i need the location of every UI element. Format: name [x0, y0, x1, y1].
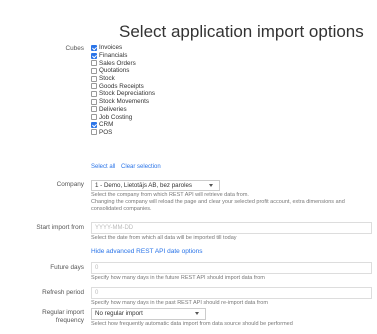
cube-label: Financials: [99, 52, 128, 60]
future-days-help: Specify how many days in the future REST…: [91, 275, 265, 281]
cube-label: Job Costing: [99, 113, 133, 121]
advanced-options-link[interactable]: Hide advanced REST API date options: [91, 248, 203, 255]
checkbox-stock-depreciations[interactable]: [91, 90, 97, 97]
refresh-period-value: 0: [95, 290, 99, 296]
cube-deliveries[interactable]: Deliveries: [91, 106, 155, 114]
cube-goods-receipts[interactable]: Goods Receipts: [91, 82, 155, 90]
refresh-period-input[interactable]: 0: [91, 287, 372, 299]
refresh-period-label: Refresh period: [42, 289, 84, 296]
cube-label: Stock Movements: [99, 98, 150, 106]
cube-label: Invoices: [99, 44, 123, 52]
regular-import-help: Select how frequently automatic data imp…: [91, 321, 293, 327]
cube-label: Quotations: [99, 67, 130, 75]
cube-label: Goods Receipts: [99, 82, 144, 90]
chevron-down-icon: [209, 184, 213, 187]
chevron-down-icon: [195, 312, 199, 315]
regular-import-select[interactable]: No regular import: [91, 308, 206, 320]
cube-pos[interactable]: POS: [91, 129, 155, 137]
checkbox-crm[interactable]: [91, 121, 97, 128]
cube-stock[interactable]: Stock: [91, 75, 155, 83]
cube-sales-orders[interactable]: Sales Orders: [91, 59, 155, 67]
cube-invoices[interactable]: Invoices: [91, 44, 155, 52]
cube-label: Deliveries: [99, 105, 127, 113]
future-days-label: Future days: [50, 264, 84, 271]
cube-label: POS: [99, 128, 113, 136]
cube-label: Stock Depreciations: [99, 90, 155, 98]
page-title: Select application import options: [119, 22, 364, 41]
cubes-label: Cubes: [65, 45, 84, 52]
company-help-2: Changing the company will reload the pag…: [91, 199, 345, 212]
company-select-value: 1 - Demo, Lietotājs AB, bez paroles: [95, 182, 192, 189]
cube-quotations[interactable]: Quotations: [91, 67, 155, 75]
selection-links: Select all Clear selection: [91, 164, 165, 170]
checkbox-job-costing[interactable]: [91, 114, 97, 121]
company-label: Company: [56, 181, 84, 188]
regular-import-label-line1: Regular import: [42, 309, 84, 316]
cubes-list: Invoices Financials Sales Orders Quotati…: [91, 44, 155, 136]
checkbox-deliveries[interactable]: [91, 106, 97, 113]
checkbox-stock-movements[interactable]: [91, 98, 97, 105]
cube-label: Stock: [99, 75, 115, 83]
checkbox-quotations[interactable]: [91, 67, 97, 74]
checkbox-goods-receipts[interactable]: [91, 83, 97, 90]
regular-import-value: No regular import: [95, 310, 143, 317]
start-import-help: Select the date from which all data will…: [91, 235, 237, 241]
regular-import-label-line2: frequency: [55, 317, 84, 324]
start-import-label: Start import from: [36, 224, 84, 231]
cube-stock-movements[interactable]: Stock Movements: [91, 98, 155, 106]
refresh-period-help: Specify how many days in the past REST A…: [91, 300, 268, 306]
start-import-placeholder: YYYY-MM-DD: [95, 225, 134, 231]
select-all-link[interactable]: Select all: [91, 164, 115, 170]
checkbox-sales-orders[interactable]: [91, 60, 97, 67]
cube-label: Sales Orders: [99, 59, 136, 67]
cube-stock-depreciations[interactable]: Stock Depreciations: [91, 90, 155, 98]
cube-financials[interactable]: Financials: [91, 52, 155, 60]
checkbox-financials[interactable]: [91, 52, 97, 59]
checkbox-pos[interactable]: [91, 129, 97, 136]
clear-selection-link[interactable]: Clear selection: [121, 164, 161, 170]
checkbox-stock[interactable]: [91, 75, 97, 82]
regular-import-label: Regular import frequency: [0, 309, 84, 325]
cube-job-costing[interactable]: Job Costing: [91, 113, 155, 121]
future-days-input[interactable]: 0: [91, 262, 372, 274]
company-select[interactable]: 1 - Demo, Lietotājs AB, bez paroles: [91, 180, 220, 191]
start-import-input[interactable]: YYYY-MM-DD: [91, 222, 372, 234]
company-help-1: Select the company from which REST API w…: [91, 192, 249, 198]
cube-label: CRM: [99, 121, 114, 129]
checkbox-invoices[interactable]: [91, 44, 97, 51]
cube-crm[interactable]: CRM: [91, 121, 155, 129]
future-days-value: 0: [95, 265, 99, 271]
